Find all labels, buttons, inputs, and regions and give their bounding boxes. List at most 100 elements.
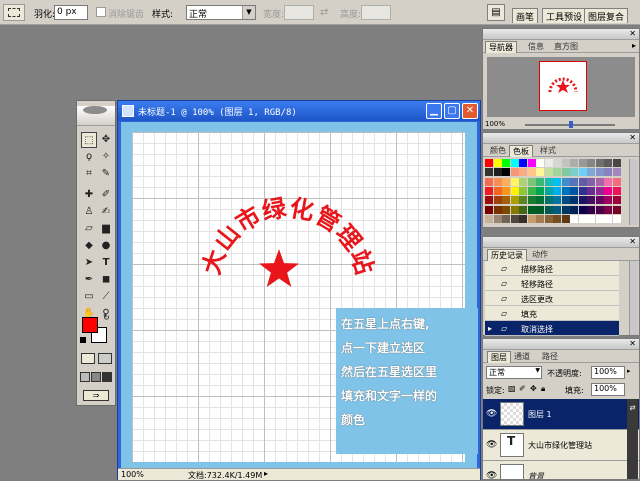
color-swatch[interactable] [519, 177, 527, 186]
color-swatch[interactable] [493, 205, 502, 214]
color-swatch[interactable] [536, 196, 544, 205]
foreground-color-swatch[interactable] [82, 317, 98, 333]
color-swatch[interactable] [502, 196, 510, 205]
tab-channels[interactable]: 通道 [511, 351, 533, 363]
maximize-icon[interactable]: ▢ [444, 103, 460, 119]
color-swatch[interactable] [510, 159, 519, 167]
color-swatch[interactable] [536, 159, 544, 167]
close-icon[interactable]: ✕ [629, 133, 636, 142]
color-swatch[interactable] [553, 168, 561, 177]
color-swatch[interactable] [587, 168, 595, 177]
screen-mode-menu-icon[interactable] [91, 372, 101, 382]
layer-row[interactable]: 👁︎ T 大山市绿化管理站 [483, 430, 639, 461]
color-swatch[interactable] [578, 168, 587, 177]
color-swatch[interactable] [587, 177, 595, 186]
color-swatch[interactable] [527, 205, 536, 214]
color-swatch[interactable] [502, 214, 510, 223]
color-swatch[interactable] [604, 168, 612, 177]
type-tool-icon[interactable]: T [98, 255, 114, 271]
color-swatch[interactable] [527, 186, 536, 195]
color-swatch[interactable] [612, 186, 621, 195]
color-swatch[interactable] [527, 214, 536, 223]
color-swatch[interactable] [502, 168, 510, 177]
color-swatch[interactable] [553, 196, 561, 205]
layer-row[interactable]: 👁︎ 背景 [483, 461, 639, 479]
tab-layers[interactable]: 图层 [487, 351, 511, 363]
color-swatch[interactable] [553, 186, 561, 195]
color-swatch[interactable] [502, 186, 510, 195]
swap-icon[interactable]: ⇄ [320, 7, 328, 18]
color-swatch[interactable] [595, 186, 604, 195]
document-title-bar[interactable]: 未标题-1 @ 100% (图层 1, RGB/8) ▁ ▢ ✕ [118, 101, 480, 121]
color-swatch[interactable] [561, 205, 570, 214]
color-swatch[interactable] [519, 186, 527, 195]
brush-tool-icon[interactable]: ✐ [98, 187, 114, 203]
marquee-tool-icon[interactable]: ⬚ [81, 132, 97, 148]
color-swatch[interactable] [519, 196, 527, 205]
color-swatch[interactable] [570, 196, 578, 205]
imageready-jump-icon[interactable]: ⇒ [83, 390, 109, 401]
magic-wand-icon[interactable]: ✧ [98, 149, 114, 165]
color-swatch[interactable] [587, 205, 595, 214]
crop-tool-icon[interactable]: ⌗ [81, 166, 97, 182]
color-swatch[interactable] [561, 168, 570, 177]
color-swatch[interactable] [527, 168, 536, 177]
color-swatch[interactable] [510, 186, 519, 195]
color-swatch[interactable] [587, 214, 595, 223]
color-swatch[interactable] [612, 205, 621, 214]
lasso-tool-icon[interactable]: ϙ [81, 149, 97, 165]
color-swatch[interactable] [485, 159, 493, 167]
swatch-grid[interactable] [485, 159, 623, 225]
feather-input[interactable]: 0 px [54, 5, 88, 20]
color-swatch[interactable] [578, 159, 587, 167]
slice-tool-icon[interactable]: ✎ [98, 166, 114, 182]
color-swatch[interactable] [553, 214, 561, 223]
path-select-icon[interactable]: ➤ [81, 255, 97, 271]
color-swatch[interactable] [612, 214, 621, 223]
navigator-view-box[interactable] [539, 61, 587, 111]
quick-mask-icon[interactable] [98, 353, 112, 364]
color-swatch[interactable] [595, 177, 604, 186]
color-swatch[interactable] [485, 205, 493, 214]
lock-all-icon[interactable]: 🔒︎ [541, 384, 545, 394]
close-icon[interactable]: ✕ [629, 29, 636, 38]
color-swatch[interactable] [553, 205, 561, 214]
color-swatch[interactable] [502, 159, 510, 167]
gradient-tool-icon[interactable]: ▆ [98, 221, 114, 237]
color-swatch[interactable] [587, 186, 595, 195]
color-swatch[interactable] [493, 214, 502, 223]
layer-row-selected[interactable]: 👁︎ 图层 1 [483, 399, 639, 430]
color-swatch[interactable] [612, 177, 621, 186]
tab-paths[interactable]: 路径 [539, 351, 561, 363]
shape-tool-icon[interactable]: ◼ [98, 272, 114, 288]
color-swatch[interactable] [527, 177, 536, 186]
color-swatch[interactable] [544, 159, 553, 167]
color-swatch[interactable] [578, 177, 587, 186]
color-swatch[interactable] [544, 177, 553, 186]
color-swatch[interactable] [536, 214, 544, 223]
color-swatch[interactable] [519, 205, 527, 214]
color-swatch[interactable] [510, 196, 519, 205]
color-swatch[interactable] [604, 177, 612, 186]
scrollbar[interactable] [629, 159, 638, 225]
color-swatch[interactable] [536, 186, 544, 195]
color-swatch[interactable] [485, 168, 493, 177]
history-grip[interactable]: ✕ [483, 237, 639, 248]
history-item[interactable]: ▱ 描移路径 [485, 261, 619, 276]
color-swatch[interactable] [561, 177, 570, 186]
color-swatch[interactable] [485, 196, 493, 205]
eye-icon[interactable]: 👁︎ [486, 409, 497, 419]
color-swatch[interactable] [561, 186, 570, 195]
color-swatch[interactable] [553, 177, 561, 186]
color-swatch[interactable] [493, 168, 502, 177]
clone-stamp-icon[interactable]: ♙ [81, 204, 97, 220]
color-swatch[interactable] [510, 214, 519, 223]
blend-mode-select[interactable]: 正常 ▼ [486, 366, 542, 379]
side-widget[interactable]: ⇄ [627, 399, 638, 479]
swap-colors-icon[interactable]: ↻ [103, 313, 110, 322]
notes-tool-icon[interactable]: ▭ [81, 289, 97, 305]
healing-brush-icon[interactable]: ✚ [81, 187, 97, 203]
minimize-icon[interactable]: ▁ [426, 103, 442, 119]
file-browser-icon[interactable]: ▤ [487, 4, 505, 21]
tab-histogram[interactable]: 直方图 [551, 41, 581, 53]
